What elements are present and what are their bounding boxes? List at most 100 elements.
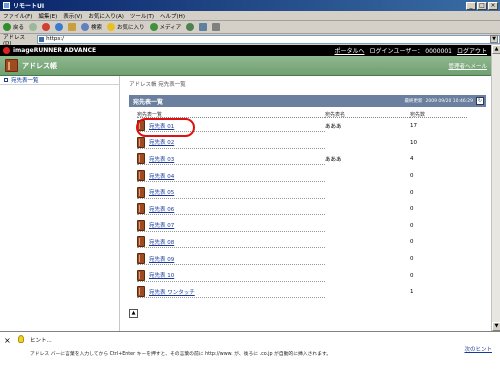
main-panel: アドレス帳 宛先表一覧 宛先表一覧 最終更新 2009 09/20 10:46:… [129, 81, 486, 301]
table-row: 宛先表 09 0 [137, 251, 467, 268]
list-link[interactable]: 宛先表 ワンタッチ [149, 288, 195, 296]
count-cell: 17 [410, 123, 417, 130]
close-icon[interactable]: × [4, 337, 12, 345]
window-titlebar: リモートUI _ □ × [0, 0, 500, 11]
address-list-table: 宛先表一覧 宛先表名 宛先数 宛先表 01 あああ 17 宛先表 02 1 0 宛… [137, 111, 467, 301]
list-link[interactable]: 宛先表 05 [149, 188, 174, 196]
breadcrumb: アドレス帳 宛先表一覧 [129, 82, 186, 88]
close-button[interactable]: × [488, 1, 498, 10]
scroll-to-top-button[interactable]: ▲ [129, 309, 138, 318]
address-book-icon [137, 219, 145, 231]
mail-button[interactable] [199, 23, 208, 31]
media-icon [149, 23, 158, 31]
star-icon [107, 23, 116, 31]
address-book-icon [137, 269, 145, 281]
address-book-icon [137, 170, 145, 182]
vertical-scrollbar[interactable]: ▲ ▼ [491, 45, 500, 331]
table-header: 宛先表一覧 宛先表名 宛先数 [137, 111, 467, 118]
list-link[interactable]: 宛先表 01 [149, 122, 174, 130]
list-cell: 宛先表 10 [137, 269, 325, 282]
forward-arrow-icon [29, 23, 38, 31]
header-list: 宛先表一覧 [137, 111, 325, 118]
table-row: 宛先表 ワンタッチ 1 [137, 284, 467, 301]
count-cell: 1 [410, 289, 414, 296]
count-cell: 0 [410, 206, 414, 213]
list-cell: 宛先表 01 [137, 120, 325, 133]
logout-link[interactable]: ログアウト [457, 46, 487, 55]
table-row: 宛先表 03 あああ 4 [137, 151, 467, 168]
back-label: 戻る [13, 25, 25, 31]
table-row: 宛先表 06 0 [137, 201, 467, 218]
menu-help[interactable]: ヘルプ(H) [160, 12, 185, 20]
refresh-icon[interactable]: ↻ [476, 97, 484, 105]
address-dropdown-button[interactable]: ▼ [490, 35, 498, 43]
media-button[interactable]: メディア [149, 23, 181, 31]
tip-title: ヒント... [30, 338, 52, 344]
canon-logo-icon [3, 47, 10, 54]
label-cell: あああ [325, 124, 342, 131]
list-link[interactable]: 宛先表 08 [149, 238, 174, 246]
address-book-icon [137, 286, 145, 298]
table-row: 宛先表 01 あああ 17 [137, 118, 467, 135]
history-button[interactable] [186, 23, 195, 31]
count-cell: 0 [410, 272, 414, 279]
address-book-icon [137, 203, 145, 215]
favorites-label: お気に入り [117, 25, 145, 31]
scroll-down-arrow-icon[interactable]: ▼ [492, 322, 500, 331]
menu-favorites[interactable]: お気に入り(A) [88, 12, 124, 20]
list-link[interactable]: 宛先表 03 [149, 155, 174, 163]
portal-link[interactable]: ポータルへ [334, 46, 364, 55]
search-button[interactable]: 検索 [81, 23, 102, 31]
list-cell: 宛先表 07 [137, 219, 325, 232]
nav-bullet-icon [4, 78, 8, 82]
count-cell: 4 [410, 156, 414, 163]
home-button[interactable] [68, 23, 77, 31]
scroll-up-arrow-icon[interactable]: ▲ [492, 45, 500, 54]
minimize-button[interactable]: _ [466, 1, 476, 10]
address-input[interactable]: https:/ [37, 35, 500, 44]
nav-item-address-lists[interactable]: 宛先表一覧 [0, 76, 119, 85]
tip-pane: × ヒント... アドレス バーに言葉を入力してから Ctrl+Enter キー… [0, 331, 500, 375]
list-link[interactable]: 宛先表 09 [149, 255, 174, 263]
stop-button[interactable] [42, 23, 51, 31]
address-book-icon [137, 153, 145, 165]
address-book-icon [137, 136, 145, 148]
count-cell: 0 [410, 256, 414, 263]
lightbulb-icon [18, 335, 24, 343]
list-link[interactable]: 宛先表 10 [149, 271, 174, 279]
table-row: 宛先表 05 0 [137, 184, 467, 201]
forward-button[interactable] [29, 23, 38, 31]
browser-toolbar: 戻る 検索 お気に入り メディア [0, 21, 500, 34]
label-cell: あああ [325, 157, 342, 164]
list-link[interactable]: 宛先表 02 [149, 138, 174, 146]
list-link[interactable]: 宛先表 06 [149, 205, 174, 213]
count-cell: 0 [410, 222, 414, 229]
list-link[interactable]: 宛先表 07 [149, 221, 174, 229]
menu-file[interactable]: ファイル(F) [3, 12, 32, 20]
list-cell: 宛先表 09 [137, 253, 325, 266]
refresh-icon [55, 23, 64, 31]
address-book-icon [137, 253, 145, 265]
favorites-button[interactable]: お気に入り [107, 23, 145, 31]
menu-view[interactable]: 表示(V) [63, 12, 82, 20]
next-tip-link[interactable]: 次のヒント [464, 345, 492, 353]
menu-edit[interactable]: 編集(E) [38, 12, 57, 20]
login-user: ログインユーザー： 0000001 [369, 48, 452, 55]
page-icon [39, 37, 45, 42]
list-cell: 宛先表 08 [137, 236, 325, 249]
admin-mail-link[interactable]: 管理者へメール [448, 62, 491, 70]
menu-tools[interactable]: ツール(T) [130, 12, 154, 20]
list-cell: 宛先表 ワンタッチ [137, 286, 325, 299]
section-title: 宛先表一覧 [133, 98, 164, 106]
print-button[interactable] [212, 23, 221, 31]
table-row: 宛先表 10 0 [137, 267, 467, 284]
back-arrow-icon [3, 23, 11, 31]
nav-item-label: 宛先表一覧 [11, 78, 39, 84]
back-button[interactable]: 戻る [3, 23, 24, 31]
maximize-button[interactable]: □ [477, 1, 487, 10]
address-book-icon [137, 186, 145, 198]
header-count: 宛先数 [410, 111, 467, 118]
refresh-button[interactable] [55, 23, 64, 31]
table-row: 宛先表 07 0 [137, 218, 467, 235]
list-link[interactable]: 宛先表 04 [149, 172, 174, 180]
